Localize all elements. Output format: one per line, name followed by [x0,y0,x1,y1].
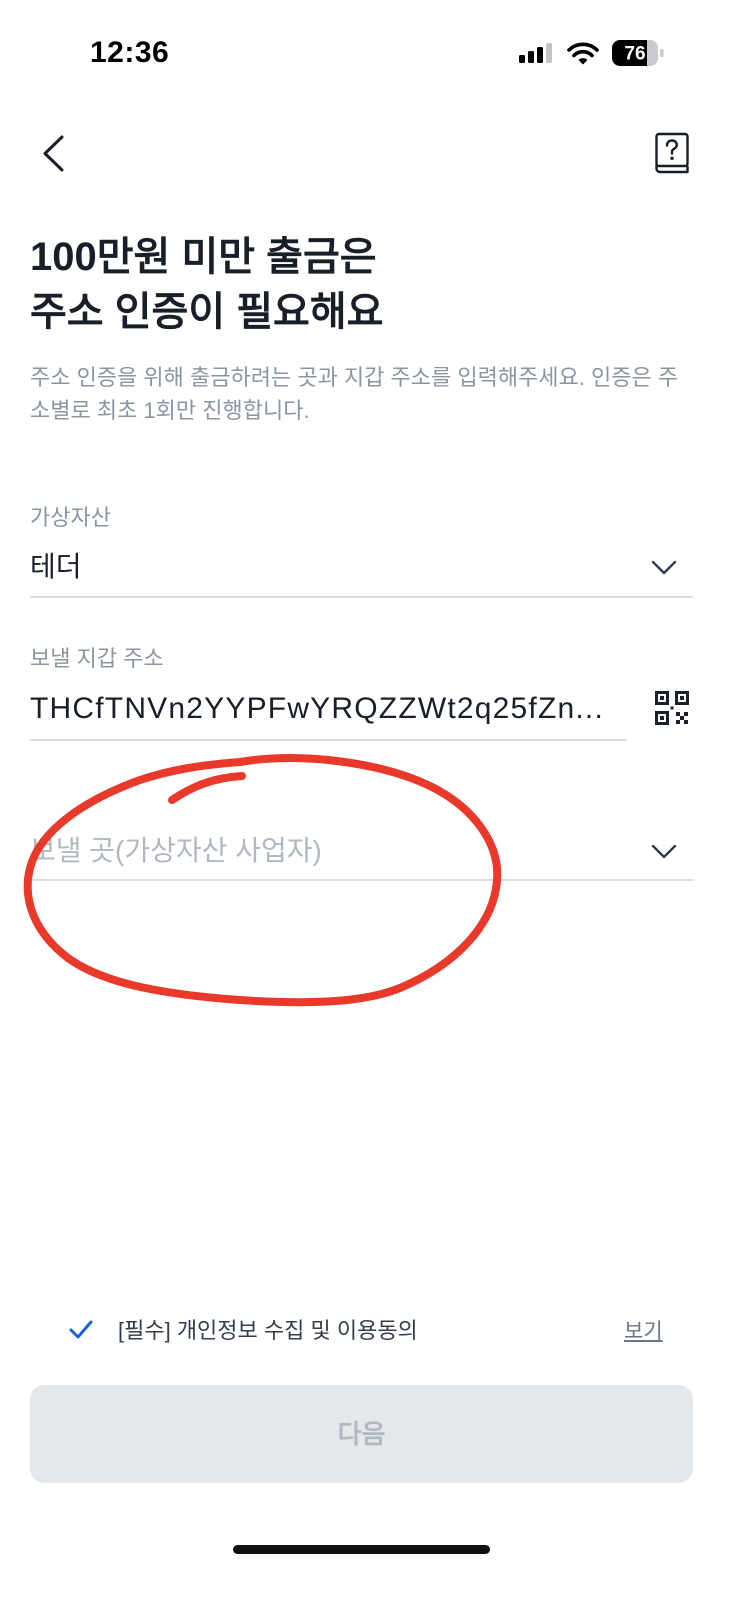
page-title: 100만원 미만 출금은 주소 인증이 필요해요 [30,230,383,340]
help-button[interactable] [652,131,692,175]
wallet-address-underline [30,739,627,741]
asset-underline [30,596,693,598]
chevron-left-icon [43,135,64,172]
destination-underline [30,879,693,881]
qr-scan-button[interactable] [655,691,689,725]
next-button[interactable]: 다음 [30,1385,693,1483]
asset-value: 테더 [30,551,82,582]
chevron-down-icon [651,560,677,575]
annotation-tail [168,772,246,804]
consent-view-link[interactable]: 보기 [624,1316,663,1348]
consent-label: [필수] 개인정보 수집 및 이용동의 [118,1318,418,1343]
wallet-address-field: 보낼 지갑 주소 [30,641,693,741]
withdrawal-address-verification-screen: { "status_bar": { "time": "12:36", "batt… [0,0,738,1600]
title-line-2: 주소 인증이 필요해요 [30,290,384,334]
check-icon [69,1320,93,1339]
destination-placeholder: 보낼 곳(가상자산 사업자) [30,835,322,866]
consent-checkbox[interactable] [68,1318,94,1342]
wallet-address-input[interactable] [30,689,620,729]
wallet-address-label: 보낼 지갑 주소 [30,646,164,671]
asset-select[interactable]: 가상자산 테더 [30,500,693,598]
wifi-icon [567,42,599,65]
battery-icon: 76 [612,40,664,66]
battery-level: 76 [624,44,645,65]
back-button[interactable] [38,133,68,175]
destination-select[interactable]: 보낼 곳(가상자산 사업자) [30,825,693,881]
qr-code-icon [655,691,689,725]
asset-label: 가상자산 [30,505,111,530]
status-time: 12:36 [90,36,170,69]
cellular-signal-icon [519,43,552,63]
help-book-icon [655,132,689,174]
chevron-down-icon [651,844,677,859]
title-line-1: 100만원 미만 출금은 [30,235,377,279]
home-indicator [233,1545,490,1554]
page-description: 주소 인증을 위해 출금하려는 곳과 지갑 주소를 입력해주세요. 인증은 주소… [30,365,679,423]
